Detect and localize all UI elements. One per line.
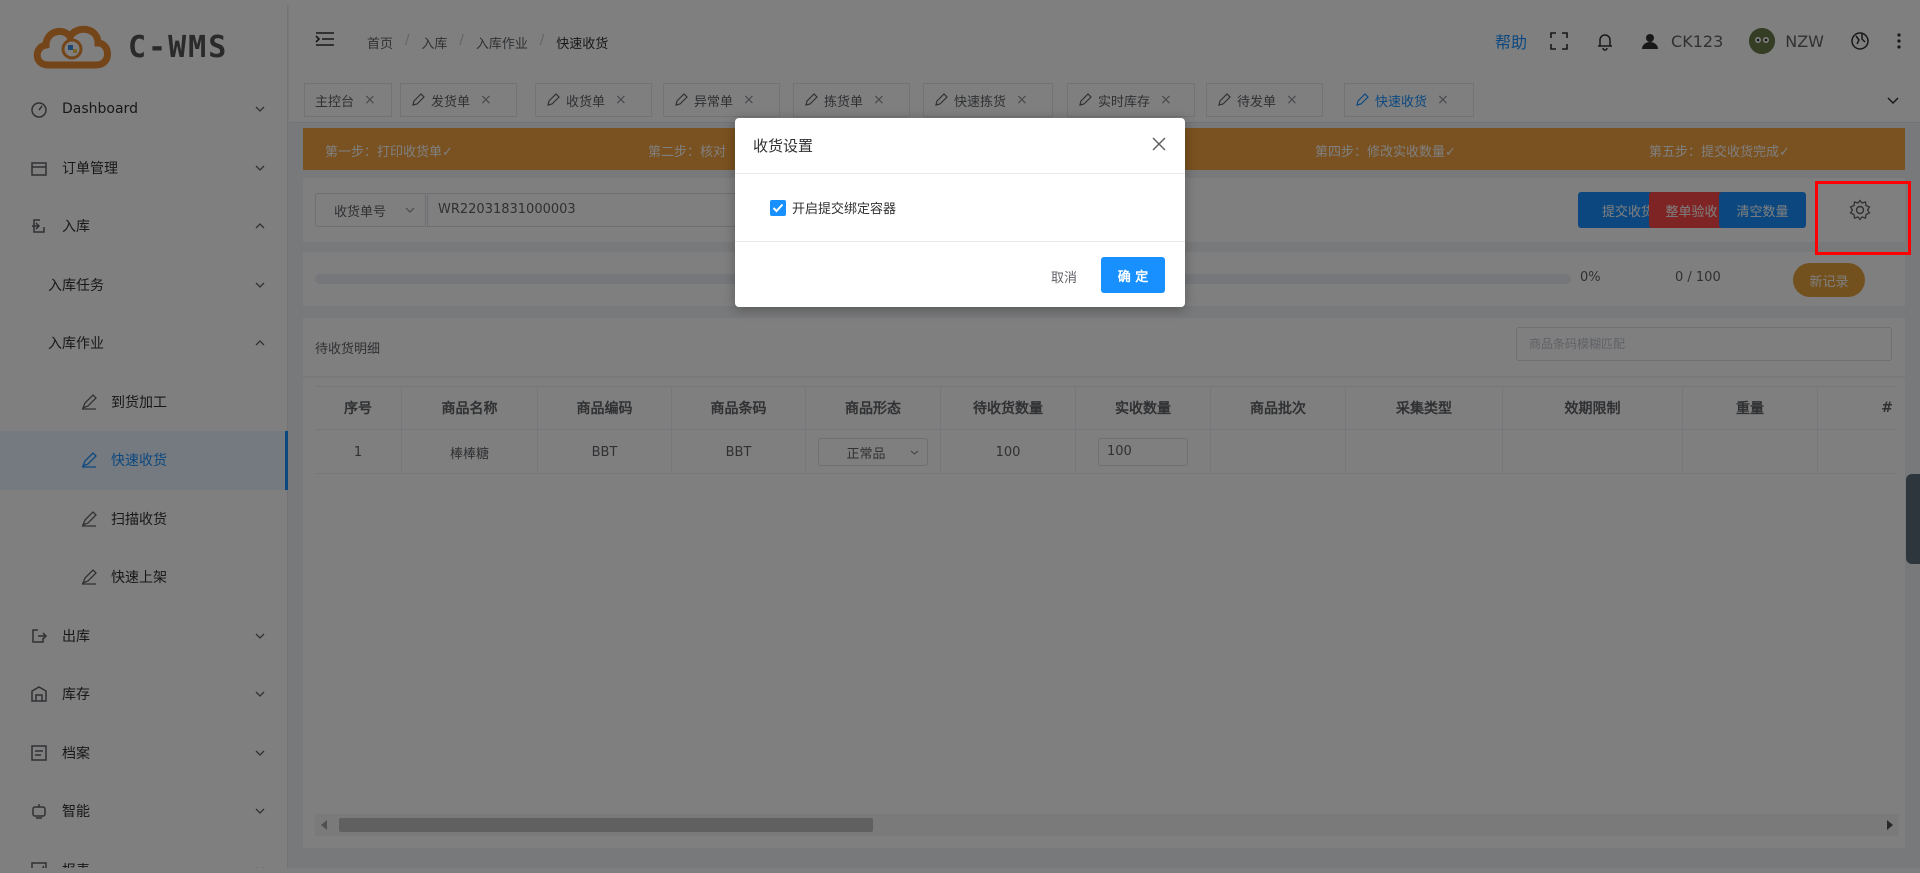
check-icon — [772, 203, 784, 213]
confirm-button[interactable]: 确 定 — [1101, 257, 1165, 293]
settings-highlight-box — [1815, 181, 1911, 255]
dialog-footer: 取消 确 定 — [735, 242, 1185, 307]
app-root: C-WMS Dashboard 订单管理 入库 入库任务 — [0, 0, 1920, 873]
cancel-button[interactable]: 取消 — [1034, 260, 1094, 292]
receive-settings-dialog: 收货设置 开启提交绑定容器 取消 确 定 — [735, 118, 1185, 307]
dialog-header: 收货设置 — [735, 118, 1185, 174]
close-icon[interactable] — [1151, 136, 1167, 152]
bind-container-checkbox[interactable] — [770, 200, 786, 216]
dialog-body: 开启提交绑定容器 — [735, 174, 1185, 242]
dialog-title: 收货设置 — [753, 137, 814, 155]
checkbox-label[interactable]: 开启提交绑定容器 — [792, 198, 896, 217]
